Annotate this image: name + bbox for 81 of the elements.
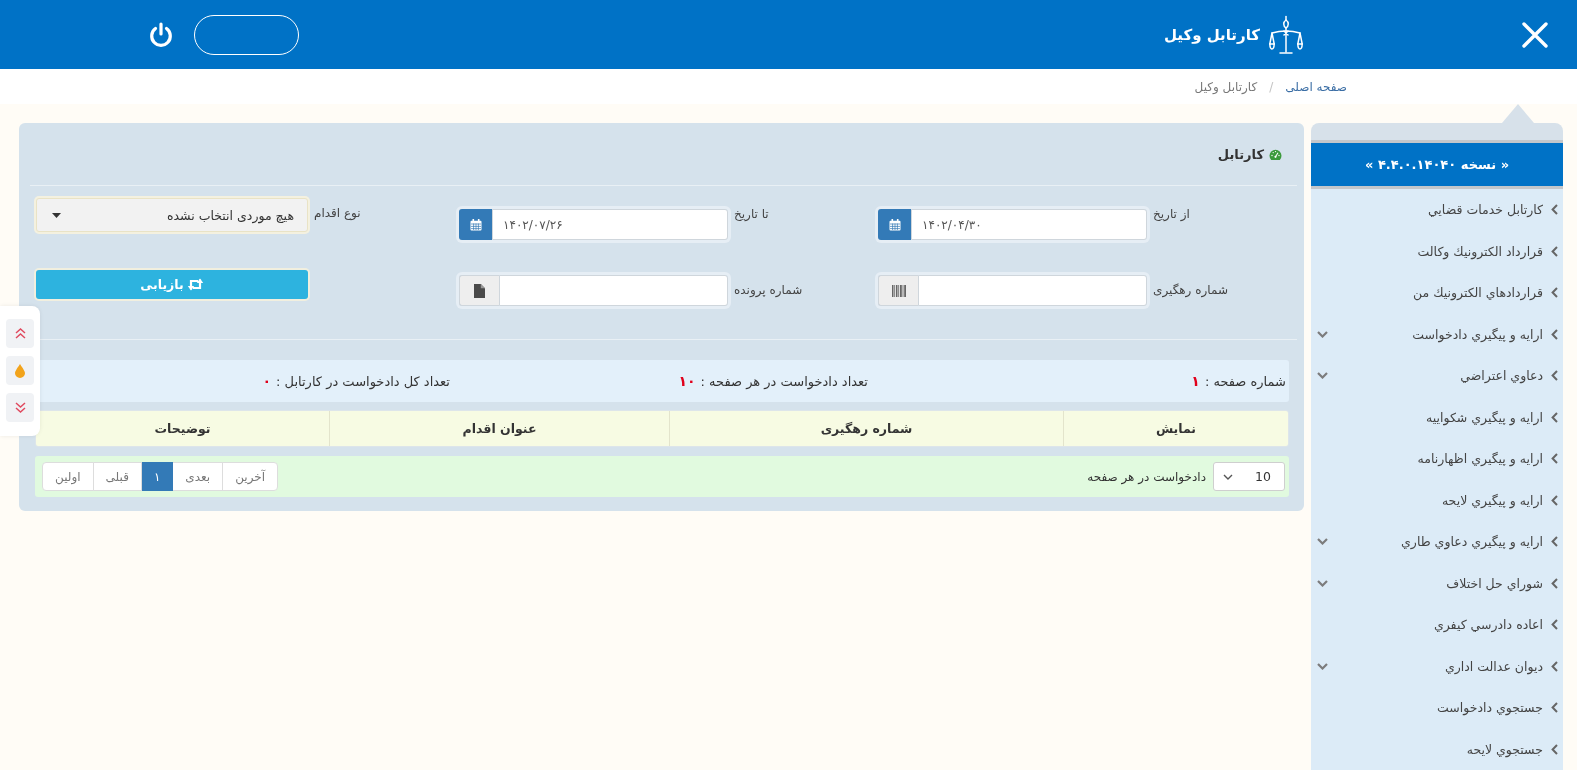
breadcrumb-current: کارتابل وکیل (1194, 79, 1258, 94)
chevron-left-icon (1551, 619, 1558, 631)
column-header: عنوان اقدام (329, 411, 669, 446)
panel-title: کارتابل (1217, 146, 1264, 162)
scales-icon (1268, 14, 1304, 55)
field-label: از تاریخ (1152, 206, 1191, 222)
date-field[interactable]: ۱۴۰۲/۰۷/۲۶ (492, 209, 728, 240)
chevron-left-icon (1551, 494, 1558, 506)
sidebar-item[interactable]: ديوان عدالت اداري (1311, 645, 1563, 687)
chevron-left-icon (1551, 743, 1558, 755)
app-title: کارتابل وکیل (1163, 25, 1260, 44)
chevron-left-icon (1551, 245, 1558, 257)
caret-icon (52, 212, 61, 218)
sidebar-item[interactable]: ارايه و پيگيري شكواييه (1311, 396, 1563, 438)
breadcrumb-link[interactable]: صفحه اصلی (1285, 79, 1347, 94)
pagination-button[interactable]: ۱ (140, 462, 174, 491)
double-chevron-up-icon (14, 328, 26, 339)
column-header: توضیحات (36, 411, 329, 446)
field-label: تا تاریخ (733, 206, 770, 222)
barcode-icon (891, 284, 906, 297)
version-banner: « نسخه ۴.۴.۰.۱۴۰۴۰ » (1311, 143, 1563, 189)
field-label: نوع اقدام (313, 205, 362, 221)
scroll-up-button[interactable] (6, 319, 34, 348)
chevron-left-icon (1551, 328, 1558, 340)
close-button[interactable] (1520, 19, 1550, 50)
summary-label: تعداد دادخواست در هر صفحه : (700, 373, 868, 389)
chevron-left-icon (1551, 204, 1558, 216)
chevron-left-icon (1551, 453, 1558, 465)
chevron-left-icon (1551, 287, 1558, 299)
calendar-icon (888, 218, 901, 231)
double-chevron-down-icon (14, 402, 26, 413)
summary-value: ۱۰ (678, 373, 696, 389)
pagination-button[interactable]: قبلی (92, 462, 142, 491)
chevron-left-icon (1551, 660, 1558, 672)
text-field[interactable] (918, 275, 1147, 306)
page-size-select[interactable]: 10 (1213, 462, 1285, 491)
chevron-left-icon (1551, 577, 1558, 589)
sidebar-item[interactable]: اعاده دادرسي كيفري (1311, 604, 1563, 646)
summary-label: شماره صفحه : (1204, 373, 1286, 389)
scroll-down-button[interactable] (6, 393, 34, 422)
chevron-down-icon (1223, 473, 1233, 480)
sidebar-item[interactable]: جستجوي دادخواست (1311, 687, 1563, 729)
column-header: شماره رهگیری (669, 411, 1063, 446)
action-type-select[interactable]: هیچ موردی انتخاب نشده (36, 198, 308, 232)
sidebar-item[interactable]: دعاوي اعتراضي (1311, 355, 1563, 397)
chevron-left-icon (1551, 411, 1558, 423)
sidebar-item[interactable]: ارايه و پيگيري اظهارنامه (1311, 438, 1563, 480)
drop-icon (15, 363, 25, 378)
chevron-left-icon (1551, 536, 1558, 548)
power-button[interactable] (148, 21, 174, 48)
pagination-button[interactable]: بعدی (172, 462, 224, 491)
refresh-icon (186, 278, 204, 291)
chevron-left-icon (1551, 370, 1558, 382)
close-icon (1522, 21, 1548, 48)
summary-value: ۰ (262, 373, 272, 389)
text-field[interactable] (499, 275, 728, 306)
power-icon (148, 21, 174, 48)
page-size-label: دادخواست در هر صفحه (1087, 469, 1206, 484)
sidebar-item[interactable]: ارايه و پيگيري دعاوي طاري (1311, 521, 1563, 563)
summary-value: ۱ (1191, 373, 1200, 389)
gauge-icon (1269, 148, 1282, 160)
field-label: شماره رهگیری (1152, 282, 1229, 298)
pagination-button[interactable]: آخرین (222, 462, 279, 491)
sidebar-item[interactable]: کارتابل خدمات قضايي (1311, 189, 1563, 231)
sidebar-item[interactable]: جستجوي لايحه (1311, 728, 1563, 770)
calendar-button[interactable] (878, 209, 911, 240)
breadcrumb-separator: / (1269, 79, 1274, 94)
file-icon (474, 283, 485, 298)
field-label: شماره پرونده (733, 282, 804, 298)
sidebar-item[interactable]: قرارداد الكترونيك وكالت (1311, 230, 1563, 272)
sidebar-item[interactable]: ارايه و پيگيري لايحه (1311, 479, 1563, 521)
pagination-button[interactable]: اولین (42, 462, 94, 491)
calendar-icon (469, 218, 482, 231)
calendar-button[interactable] (459, 209, 492, 240)
summary-label: تعداد کل دادخواست در کارتابل : (276, 373, 450, 389)
column-header: نمایش (1063, 411, 1288, 446)
sidebar-item[interactable]: ارايه و پيگيري دادخواست (1311, 313, 1563, 355)
chevron-left-icon (1551, 702, 1558, 714)
sidebar-item[interactable]: قراردادهاي الكترونيك من (1311, 272, 1563, 314)
date-field[interactable]: ۱۴۰۲/۰۴/۳۰ (911, 209, 1147, 240)
sidebar-item[interactable]: شوراي حل اختلاف (1311, 562, 1563, 604)
